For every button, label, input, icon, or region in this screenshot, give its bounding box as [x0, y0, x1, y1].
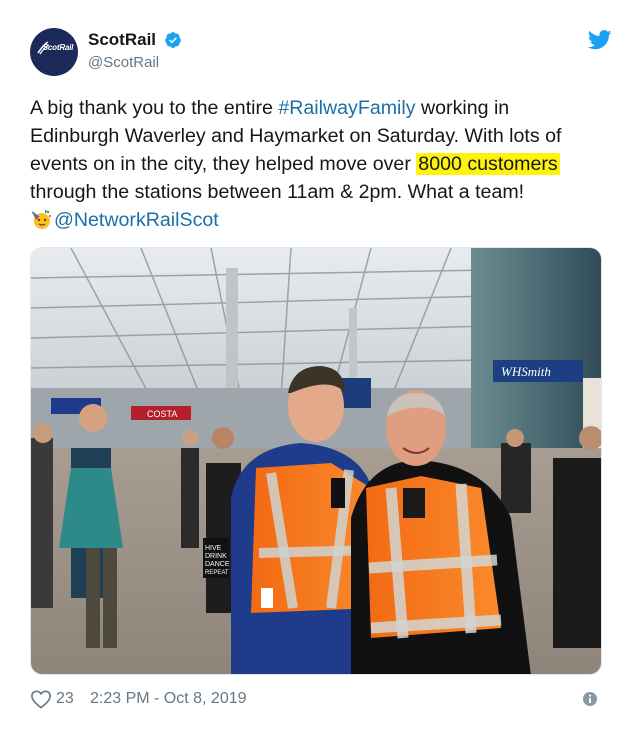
party-emoji-icon: [31, 210, 51, 229]
bag-line-4: REPEAT: [205, 570, 229, 576]
handle[interactable]: @ScotRail: [88, 54, 182, 71]
shop-sign: WHSmith: [501, 364, 551, 379]
hashtag-link[interactable]: #RailwayFamily: [278, 97, 415, 119]
tweet-header: ScotRail ScotRail @ScotRail: [30, 28, 612, 78]
avatar[interactable]: ScotRail: [30, 28, 78, 76]
twitter-bird-icon[interactable]: [588, 30, 612, 50]
bag-line-1: HIVE: [205, 545, 222, 552]
costa-sign: COSTA: [147, 409, 177, 419]
bag-line-2: DRINK: [205, 553, 227, 560]
tweet-footer: 23 2:23 PM - Oct 8, 2019: [30, 688, 602, 712]
author-names: ScotRail @ScotRail: [88, 30, 182, 71]
station-photo: COSTA WHSmith HIVE DRINK DANCE REPEAT: [31, 248, 601, 674]
timestamp[interactable]: 2:23 PM - Oct 8, 2019: [90, 690, 247, 708]
tweet-card: ScotRail ScotRail @ScotRail A big thank …: [0, 0, 642, 730]
tweet-text-part3: through the stations between 11am & 2pm.…: [30, 181, 525, 203]
bag-line-3: DANCE: [205, 561, 230, 568]
heart-icon[interactable]: [30, 689, 52, 709]
tweet-text-part1: A big thank you to the entire: [30, 97, 279, 119]
mention-link[interactable]: @NetworkRailScot: [54, 209, 219, 231]
like-count: 23: [56, 690, 74, 707]
verified-icon: [165, 32, 182, 48]
display-name[interactable]: ScotRail: [88, 30, 156, 50]
highlighted-text: 8000 customers: [416, 153, 560, 175]
tweet-text: A big thank you to the entire #RailwayFa…: [30, 94, 590, 234]
tweet-photo[interactable]: COSTA WHSmith HIVE DRINK DANCE REPEAT: [30, 247, 602, 675]
avatar-logo-text: ScotRail: [42, 43, 74, 52]
info-icon[interactable]: [582, 691, 598, 707]
